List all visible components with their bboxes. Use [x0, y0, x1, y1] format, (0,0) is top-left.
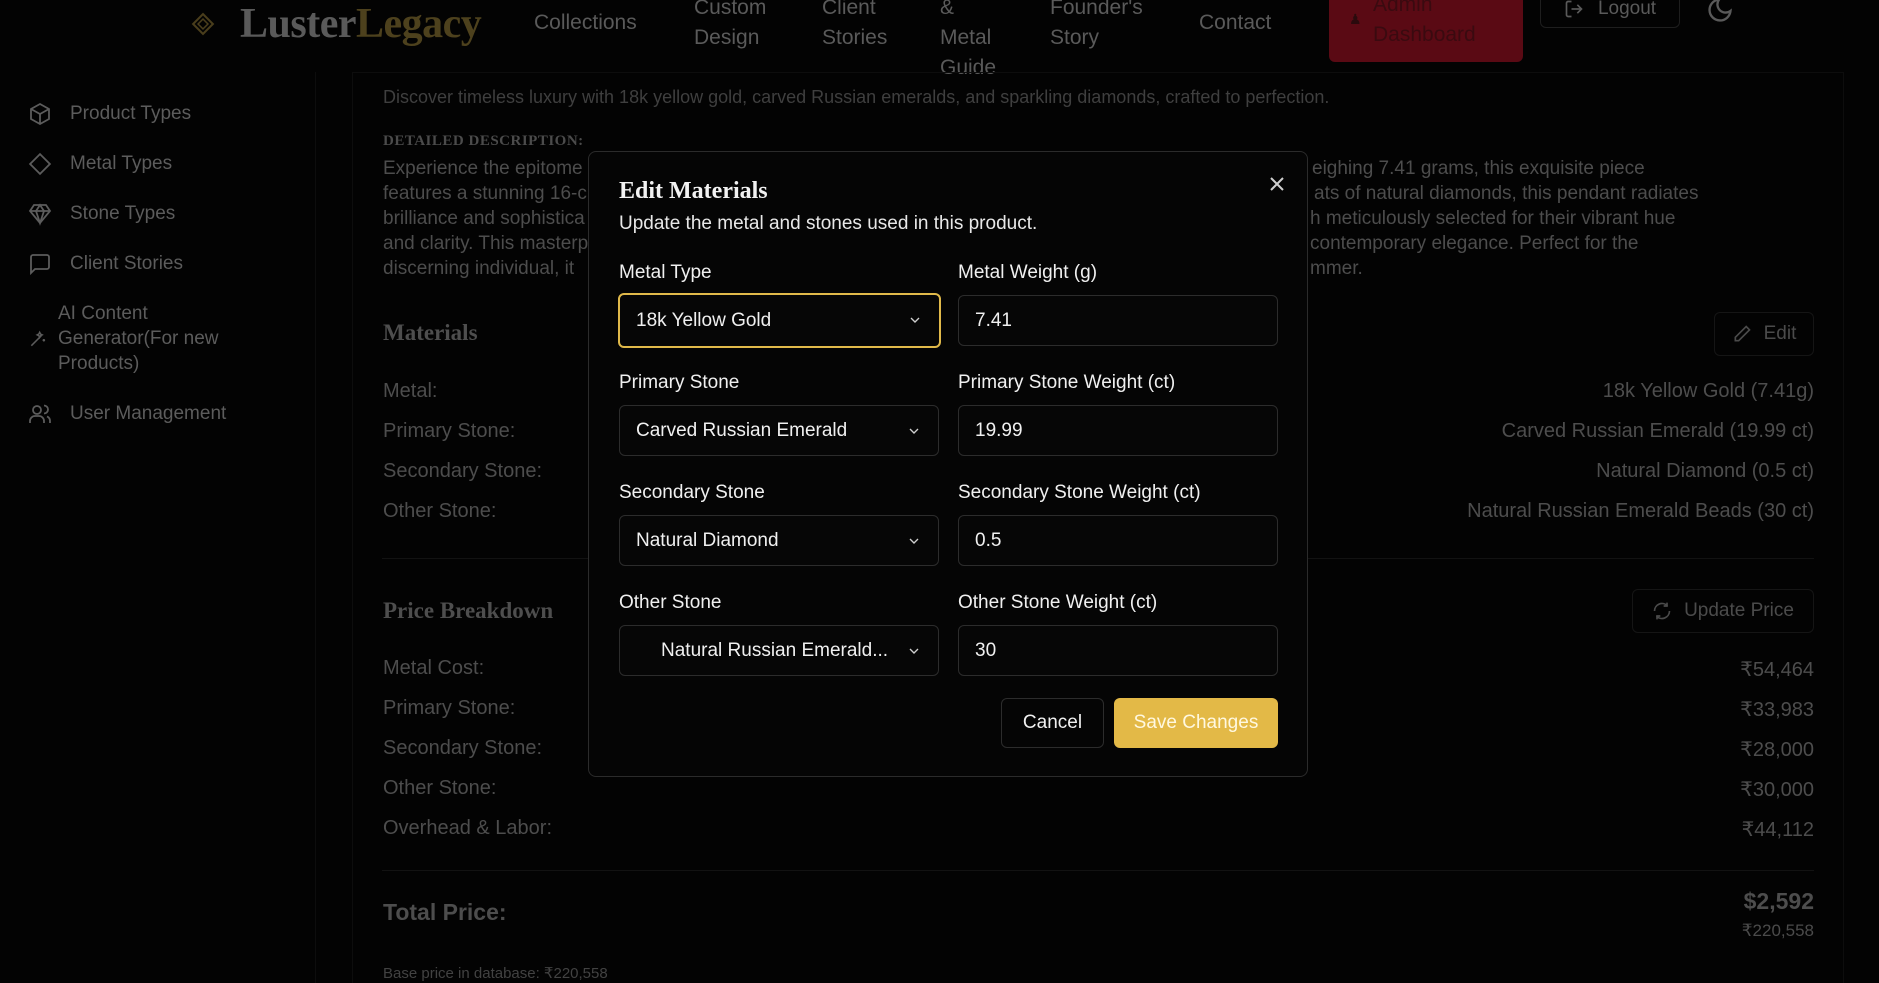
chevron-down-icon [909, 538, 919, 544]
primary-stone-label: Primary Stone [619, 372, 740, 393]
other-stone-value: Natural Russian Emerald... [661, 639, 889, 661]
close-icon[interactable] [1265, 172, 1289, 196]
other-stone-weight-field[interactable] [975, 639, 1255, 662]
other-stone-weight-label: Other Stone Weight (ct) [958, 592, 1158, 613]
primary-stone-weight-input[interactable] [958, 405, 1278, 456]
other-stone-label: Other Stone [619, 592, 722, 613]
metal-weight-field[interactable] [975, 309, 1255, 332]
dialog-title: Edit Materials [619, 178, 768, 204]
primary-stone-value: Carved Russian Emerald [636, 419, 848, 441]
save-changes-button[interactable]: Save Changes [1114, 698, 1278, 748]
secondary-stone-weight-field[interactable] [975, 529, 1255, 552]
secondary-stone-select[interactable]: Natural Diamond [619, 515, 939, 566]
chevron-down-icon [909, 428, 919, 434]
primary-stone-weight-field[interactable] [975, 419, 1255, 442]
other-stone-select[interactable]: Natural Russian Emerald... [619, 625, 939, 676]
chevron-down-icon [909, 648, 919, 654]
dialog-subtitle: Update the metal and stones used in this… [619, 213, 1038, 234]
edit-materials-dialog: Edit Materials Update the metal and ston… [588, 151, 1308, 777]
metal-type-select[interactable]: 18k Yellow Gold [618, 293, 941, 348]
secondary-stone-weight-input[interactable] [958, 515, 1278, 566]
cancel-button[interactable]: Cancel [1001, 698, 1104, 748]
metal-type-value: 18k Yellow Gold [636, 309, 772, 331]
primary-stone-select[interactable]: Carved Russian Emerald [619, 405, 939, 456]
primary-stone-weight-label: Primary Stone Weight (ct) [958, 372, 1176, 393]
metal-weight-label: Metal Weight (g) [958, 262, 1098, 283]
metal-weight-input[interactable] [958, 295, 1278, 346]
metal-type-label: Metal Type [619, 262, 712, 283]
secondary-stone-value: Natural Diamond [636, 529, 779, 551]
other-stone-weight-input[interactable] [958, 625, 1278, 676]
chevron-down-icon [910, 317, 920, 323]
secondary-stone-label: Secondary Stone [619, 482, 765, 503]
secondary-stone-weight-label: Secondary Stone Weight (ct) [958, 482, 1201, 503]
